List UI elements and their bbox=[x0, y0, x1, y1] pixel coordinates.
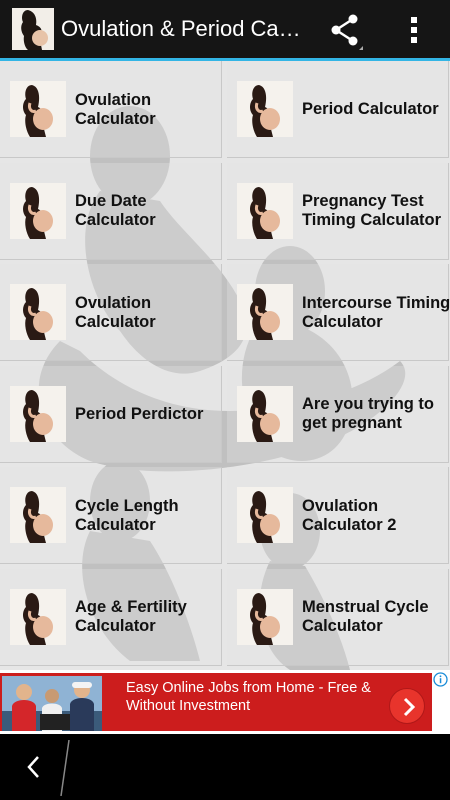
calculator-tile-label: Period Calculator bbox=[302, 100, 439, 118]
calculator-tile-label: Menstrual Cycle Calculator bbox=[302, 598, 429, 635]
calculator-tile-label: Cycle Length Calculator bbox=[75, 496, 179, 534]
calculator-tile[interactable]: Period Perdictor bbox=[0, 365, 222, 463]
calculator-tile[interactable]: Period Calculator bbox=[227, 61, 449, 158]
pregnant-woman-thumbnail bbox=[237, 81, 293, 137]
calculator-tile-label: Period Perdictor bbox=[75, 404, 204, 423]
calculator-tile[interactable]: Due Date Calculator bbox=[0, 162, 222, 260]
app-logo-icon[interactable] bbox=[12, 8, 54, 50]
pregnant-woman-thumbnail bbox=[10, 182, 66, 239]
pregnant-woman-thumbnail bbox=[237, 588, 293, 645]
info-icon bbox=[433, 672, 448, 687]
pregnant-woman-thumbnail bbox=[10, 588, 66, 645]
app-title: Ovulation & Period Cal… bbox=[61, 16, 301, 41]
pregnant-woman-thumbnail bbox=[10, 284, 66, 340]
share-icon bbox=[331, 14, 363, 50]
pregnant-woman-thumbnail bbox=[237, 182, 293, 239]
calculator-tile-label: Pregnancy Test Timing Calculator bbox=[302, 192, 442, 229]
calculator-tile-label: Ovulation Calculator 2 bbox=[302, 496, 397, 534]
share-button[interactable] bbox=[322, 10, 366, 50]
overflow-menu-button[interactable] bbox=[396, 10, 432, 50]
ad-info-button[interactable] bbox=[433, 672, 448, 687]
ad-banner[interactable]: Easy Online Jobs from Home - Free & With… bbox=[0, 670, 450, 734]
pregnant-woman-thumbnail bbox=[237, 284, 293, 340]
calculator-tile[interactable]: Are you trying to get pregnant bbox=[227, 365, 449, 463]
calculator-tile[interactable]: Ovulation Calculator 2 bbox=[227, 467, 449, 564]
calculator-tile-label: Age & Fertility Calculator bbox=[75, 598, 187, 635]
calculator-tile[interactable]: Menstrual Cycle Calculator bbox=[227, 568, 449, 666]
calculator-tile[interactable]: Intercourse Timing Calculator bbox=[227, 264, 450, 361]
pregnant-woman-thumbnail bbox=[237, 487, 293, 543]
action-bar: Ovulation & Period Cal… bbox=[0, 0, 450, 58]
calculator-tile-label: Intercourse Timing Calculator bbox=[302, 293, 450, 331]
calculator-tile-label: Ovulation Calculator bbox=[75, 90, 156, 128]
system-nav-bar bbox=[0, 734, 450, 800]
calculator-tile[interactable]: Ovulation Calculator bbox=[0, 61, 222, 158]
back-icon bbox=[27, 756, 39, 778]
pregnant-woman-thumbnail bbox=[237, 385, 293, 442]
calculator-tile[interactable]: Cycle Length Calculator bbox=[0, 467, 222, 564]
calculator-tile-label: Ovulation Calculator bbox=[75, 293, 156, 331]
ad-image[interactable] bbox=[2, 676, 102, 731]
overflow-menu-icon bbox=[411, 17, 417, 43]
calculator-tile[interactable]: Age & Fertility Calculator bbox=[0, 568, 222, 666]
calculator-tile-label: Are you trying to get pregnant bbox=[302, 395, 435, 432]
ad-headline[interactable]: Easy Online Jobs from Home - Free & With… bbox=[126, 679, 376, 715]
calculator-tile[interactable]: Pregnancy Test Timing Calculator bbox=[227, 162, 449, 260]
ad-body[interactable]: Easy Online Jobs from Home - Free & With… bbox=[0, 673, 432, 731]
calculator-tile-label: Due Date Calculator bbox=[75, 192, 156, 229]
back-button[interactable] bbox=[20, 752, 50, 782]
pregnant-woman-thumbnail bbox=[10, 487, 66, 543]
nav-divider bbox=[60, 740, 70, 796]
pregnant-woman-thumbnail bbox=[10, 81, 66, 137]
pregnant-woman-thumbnail bbox=[10, 385, 66, 442]
calculator-tile[interactable]: Ovulation Calculator bbox=[0, 264, 222, 361]
ad-next-button[interactable] bbox=[389, 688, 425, 724]
chevron-right-icon bbox=[403, 697, 416, 717]
